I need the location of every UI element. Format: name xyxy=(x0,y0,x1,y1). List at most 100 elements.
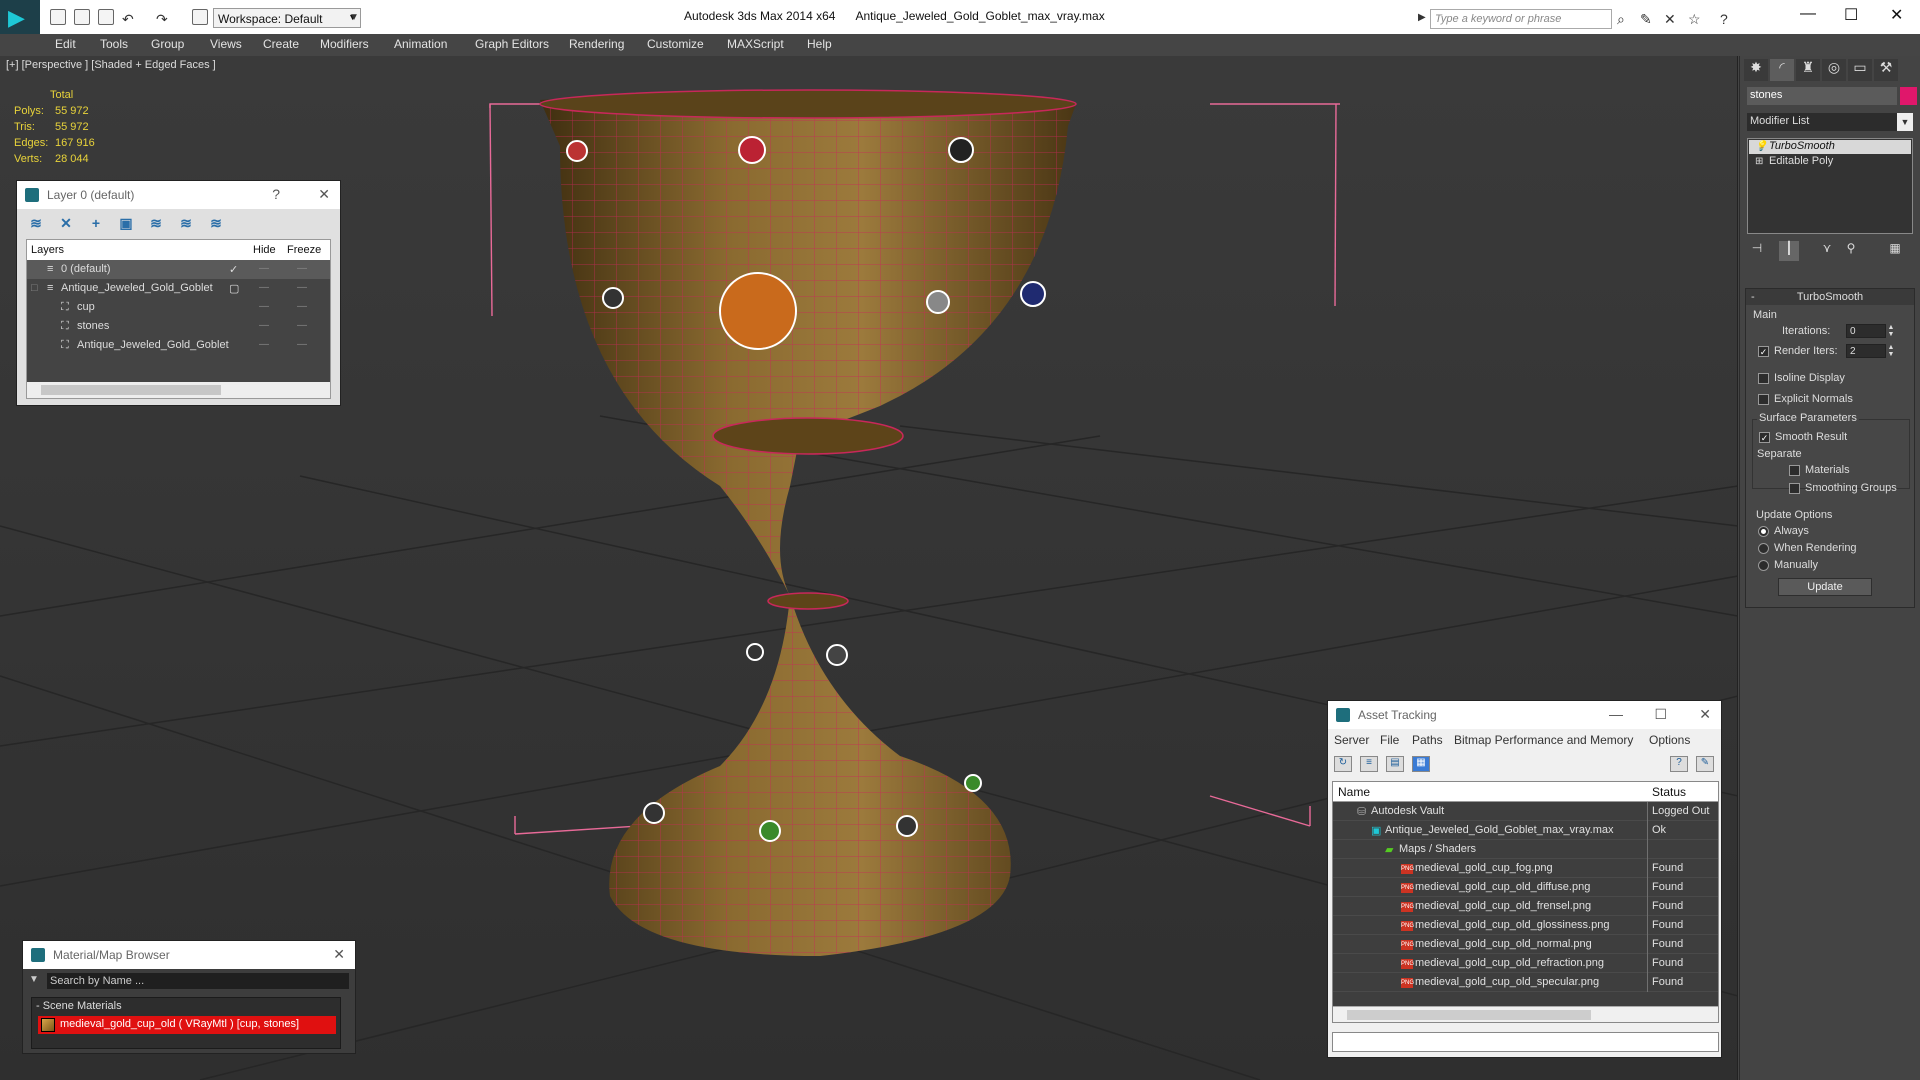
save-file-icon[interactable] xyxy=(98,9,114,25)
modifier-list-dropdown[interactable]: Modifier List ▼ xyxy=(1747,113,1913,131)
menu-maxscript[interactable]: MAXScript xyxy=(727,37,784,51)
stack-item-turbosmooth[interactable]: 💡 TurboSmooth xyxy=(1749,140,1911,154)
undo-icon[interactable]: ↶ xyxy=(122,11,134,28)
workspace-dropdown[interactable]: Workspace: Default ▼ xyxy=(213,8,361,28)
list-view-icon[interactable]: ≡ xyxy=(1360,756,1378,772)
layer-row[interactable]: □ ≡ Antique_Jeweled_Gold_Goblet ▢ — — xyxy=(27,279,330,298)
menu-views[interactable]: Views xyxy=(210,37,242,51)
communication-icon[interactable]: ✎ xyxy=(1640,11,1652,28)
help-icon[interactable]: ? xyxy=(272,186,280,202)
display-tab-icon[interactable]: ▭ xyxy=(1848,59,1872,81)
menu-paths[interactable]: Paths xyxy=(1412,733,1443,747)
keyword-search-input[interactable]: Type a keyword or phrase xyxy=(1430,9,1612,29)
asset-row[interactable]: PNG medieval_gold_cup_old_glossiness.png F… xyxy=(1333,916,1718,935)
freeze-all-icon[interactable]: ≋ xyxy=(205,215,227,235)
rollout-header[interactable]: - TurboSmooth xyxy=(1746,289,1914,305)
viewport-label[interactable]: [+] [Perspective ] [Shaded + Edged Faces… xyxy=(6,59,216,71)
current-layer-check-icon[interactable]: ✓ xyxy=(229,263,238,276)
scrollbar-thumb[interactable] xyxy=(1347,1010,1591,1020)
current-layer-checkbox[interactable]: ▢ xyxy=(229,282,239,295)
always-radio[interactable] xyxy=(1758,526,1769,537)
close-icon[interactable]: ✕ xyxy=(1890,5,1903,25)
pin-icon[interactable]: ✎ xyxy=(1696,756,1714,772)
render-iters-checkbox[interactable]: ✓ xyxy=(1758,346,1769,357)
delete-layer-icon[interactable]: ✕ xyxy=(55,215,77,235)
expand-icon[interactable]: ⊞ xyxy=(1755,156,1763,167)
material-search-input[interactable]: Search by Name ... xyxy=(47,973,349,989)
menu-tools[interactable]: Tools xyxy=(100,37,128,51)
smooth-result-checkbox[interactable]: ✓ xyxy=(1759,432,1770,443)
refresh-icon[interactable]: ↻ xyxy=(1334,756,1352,772)
hierarchy-tab-icon[interactable]: ♜ xyxy=(1796,59,1820,81)
table-view-icon[interactable]: ▦ xyxy=(1412,756,1430,772)
menu-server[interactable]: Server xyxy=(1334,733,1369,747)
column-freeze[interactable]: Freeze xyxy=(287,244,321,256)
minimize-icon[interactable]: — xyxy=(1609,706,1623,722)
menu-graph-editors[interactable]: Graph Editors xyxy=(475,37,549,51)
layer-row[interactable]: ⛶ Antique_Jeweled_Gold_Goblet — — xyxy=(27,336,330,355)
asset-row[interactable]: PNG medieval_gold_cup_old_diffuse.png Foun… xyxy=(1333,878,1718,897)
when-rendering-radio[interactable] xyxy=(1758,543,1769,554)
show-end-result-icon[interactable]: ┃ xyxy=(1779,241,1799,261)
help-icon[interactable]: ? xyxy=(1720,11,1728,27)
exchange-icon[interactable]: ✕ xyxy=(1664,11,1676,28)
object-name-field[interactable]: stones xyxy=(1747,87,1897,105)
menu-help[interactable]: Help xyxy=(807,37,832,51)
remove-modifier-icon[interactable]: ⚲ xyxy=(1841,241,1861,261)
help-icon[interactable]: ? xyxy=(1670,756,1688,772)
iterations-spinner[interactable]: 0 xyxy=(1846,324,1886,338)
asset-path-field[interactable] xyxy=(1332,1032,1719,1052)
menu-file[interactable]: File xyxy=(1380,733,1399,747)
asset-row[interactable]: PNG medieval_gold_cup_old_specular.png Fou… xyxy=(1333,973,1718,992)
create-layer-icon[interactable]: ≋ xyxy=(25,215,47,235)
column-status[interactable]: Status xyxy=(1652,785,1686,799)
layer-row[interactable]: ⛶ stones — — xyxy=(27,317,330,336)
column-hide[interactable]: Hide xyxy=(253,244,276,256)
horizontal-scrollbar[interactable] xyxy=(1333,1006,1718,1022)
group-header[interactable]: - Scene Materials xyxy=(36,1000,122,1012)
configure-modifier-sets-icon[interactable]: ▦ xyxy=(1885,241,1905,261)
column-name[interactable]: Name xyxy=(1338,785,1370,799)
favorite-star-icon[interactable]: ☆ xyxy=(1688,11,1701,28)
pin-stack-icon[interactable]: ⊣ xyxy=(1747,241,1767,261)
layer-row[interactable]: ⛶ cup — — xyxy=(27,298,330,317)
chevron-down-icon[interactable]: ▼ xyxy=(349,12,359,23)
motion-tab-icon[interactable]: ◎ xyxy=(1822,59,1846,81)
spinner-arrows-icon[interactable]: ▲ ▼ xyxy=(1887,344,1895,358)
maximize-icon[interactable]: ☐ xyxy=(1654,706,1667,723)
lightbulb-icon[interactable]: 💡 xyxy=(1755,141,1767,152)
asset-row[interactable]: ▰ Maps / Shaders xyxy=(1333,840,1718,859)
close-icon[interactable]: ✕ xyxy=(318,186,330,203)
object-color-swatch[interactable] xyxy=(1900,87,1917,105)
new-file-icon[interactable] xyxy=(50,9,66,25)
hide-all-icon[interactable]: ≋ xyxy=(175,215,197,235)
menu-rendering[interactable]: Rendering xyxy=(569,37,624,51)
menu-customize[interactable]: Customize xyxy=(647,37,704,51)
asset-row[interactable]: ▣ Antique_Jeweled_Gold_Goblet_max_vray.ma… xyxy=(1333,821,1718,840)
project-folder-icon[interactable] xyxy=(192,9,208,25)
options-dropdown-icon[interactable]: ▼ xyxy=(29,974,39,985)
horizontal-scrollbar[interactable] xyxy=(27,382,330,398)
menu-options[interactable]: Options xyxy=(1649,733,1690,747)
select-objects-icon[interactable]: ▣ xyxy=(115,215,137,235)
create-tab-icon[interactable]: ✸ xyxy=(1744,59,1768,81)
minimize-icon[interactable]: — xyxy=(1800,5,1816,23)
maximize-icon[interactable]: ☐ xyxy=(1844,5,1858,25)
open-file-icon[interactable] xyxy=(74,9,90,25)
menu-create[interactable]: Create xyxy=(263,37,299,51)
redo-icon[interactable]: ↷ xyxy=(156,11,168,28)
highlight-layer-icon[interactable]: ≋ xyxy=(145,215,167,235)
spinner-arrows-icon[interactable]: ▲ ▼ xyxy=(1887,324,1895,338)
asset-row[interactable]: PNG medieval_gold_cup_fog.png Found xyxy=(1333,859,1718,878)
add-to-layer-icon[interactable]: + xyxy=(85,215,107,235)
binoculars-icon[interactable]: ⌕ xyxy=(1617,11,1625,28)
asset-row[interactable]: PNG medieval_gold_cup_old_frensel.png Foun… xyxy=(1333,897,1718,916)
close-icon[interactable]: ✕ xyxy=(1699,706,1711,723)
close-icon[interactable]: ✕ xyxy=(333,946,345,963)
menu-animation[interactable]: Animation xyxy=(394,37,447,51)
stack-item-editable-poly[interactable]: ⊞ Editable Poly xyxy=(1749,155,1911,169)
asset-row[interactable]: ⛁ Autodesk Vault Logged Out xyxy=(1333,802,1718,821)
utilities-tab-icon[interactable]: ⚒ xyxy=(1874,59,1898,81)
asset-tracking-header[interactable]: Asset Tracking — ☐ ✕ xyxy=(1328,701,1721,729)
layer-row[interactable]: ≡ 0 (default) ✓ — — xyxy=(27,260,330,279)
